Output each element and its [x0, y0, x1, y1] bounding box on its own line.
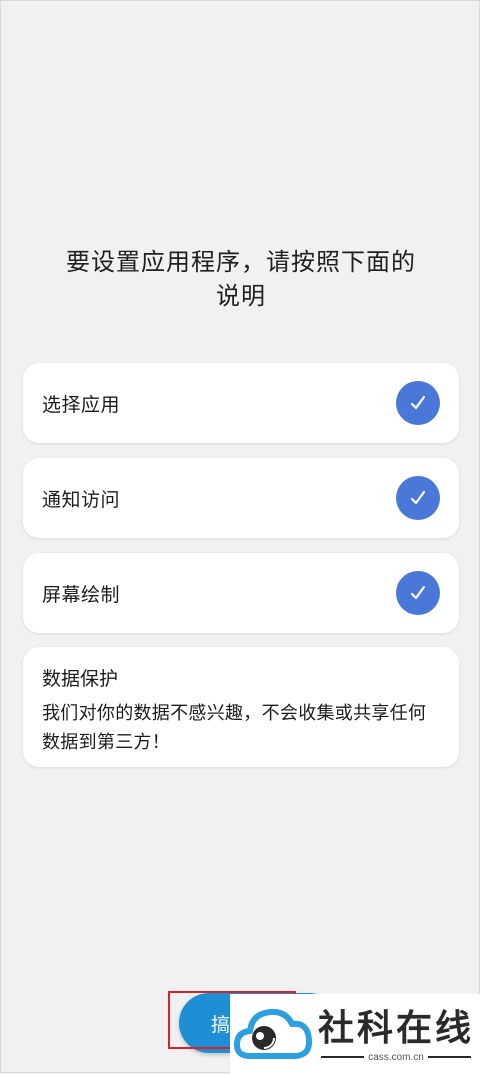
watermark-rule — [321, 1056, 365, 1058]
data-protection-line-2: 数据到第三方！ — [42, 732, 171, 753]
step-label: 通知访问 — [42, 488, 121, 511]
watermark-rule — [427, 1056, 472, 1058]
instruction-line-2: 说明 — [216, 282, 266, 310]
step-label: 屏幕绘制 — [42, 583, 121, 606]
check-icon — [396, 476, 440, 520]
watermark-domain: cass.com.cn — [368, 1051, 424, 1063]
cloud-eye-logo-icon — [234, 1008, 312, 1059]
watermark-text: 社科在线 cass.com.cn — [318, 1006, 474, 1063]
watermark: 社科在线 cass.com.cn — [230, 994, 480, 1074]
step-card-notification-access[interactable]: 通知访问 — [23, 458, 459, 538]
data-protection-card: 数据保护 我们对你的数据不感兴趣，不会收集或共享任何 数据到第三方！ — [23, 647, 459, 767]
instruction-line-1: 要设置应用程序，请按照下面的 — [66, 248, 416, 276]
setup-instruction-heading: 要设置应用程序，请按照下面的 说明 — [41, 245, 441, 313]
data-protection-title: 数据保护 — [42, 668, 119, 690]
watermark-domain-row: cass.com.cn — [321, 1051, 472, 1063]
step-label: 选择应用 — [42, 393, 121, 416]
watermark-name: 社科在线 — [318, 1006, 475, 1049]
app-screen: 要设置应用程序，请按照下面的 说明 选择应用 通知访问 屏幕绘制 数据保护 我们… — [0, 0, 480, 1074]
data-protection-text: 我们对你的数据不感兴趣，不会收集或共享任何 数据到第三方！ — [42, 699, 440, 757]
data-protection-line-1: 我们对你的数据不感兴趣，不会收集或共享任何 — [42, 703, 427, 724]
check-icon — [396, 381, 440, 425]
step-card-select-app[interactable]: 选择应用 — [23, 363, 459, 443]
check-icon — [396, 571, 440, 615]
step-card-screen-overlay[interactable]: 屏幕绘制 — [23, 553, 459, 633]
